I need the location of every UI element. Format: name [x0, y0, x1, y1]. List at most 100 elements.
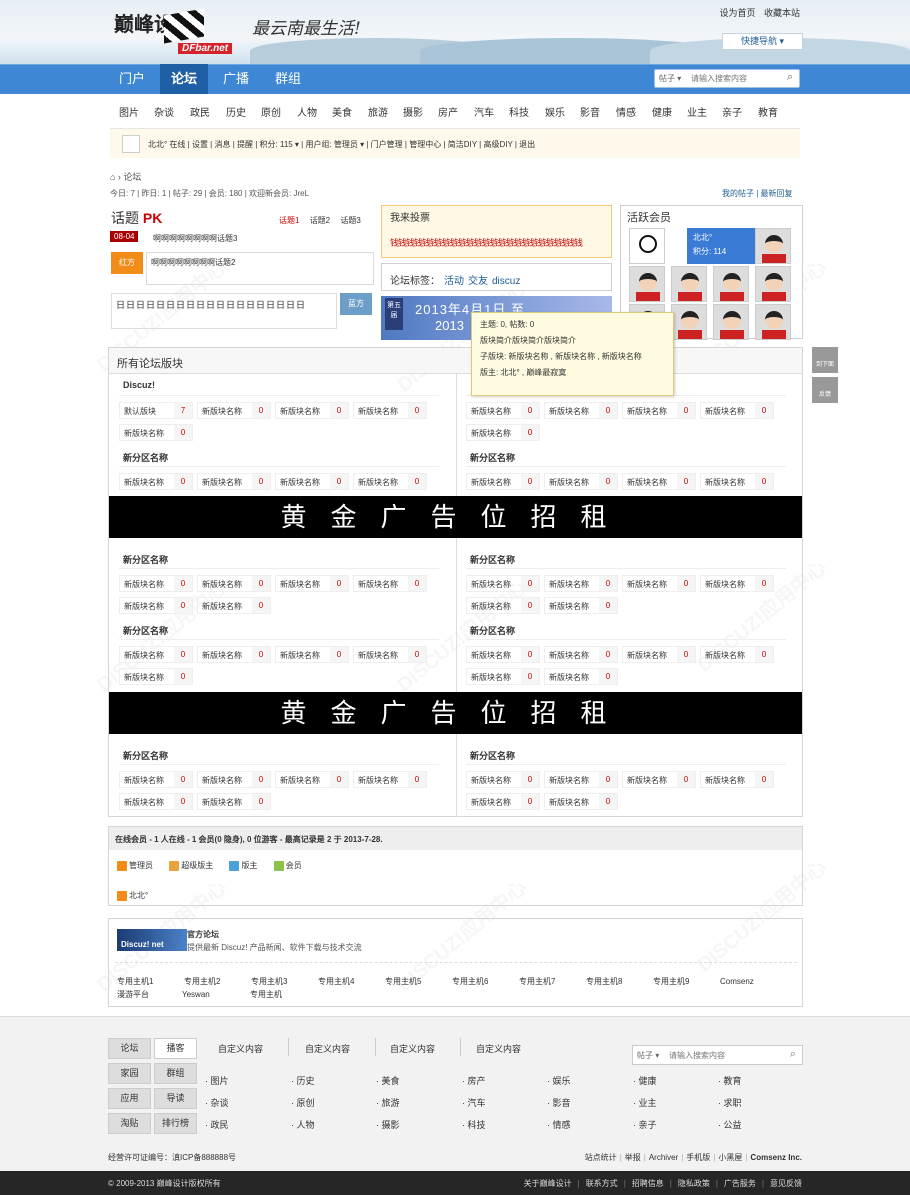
friend-link[interactable]: 专用主机7 — [519, 975, 555, 988]
forum-board-link[interactable]: 新版块名称 0 — [544, 668, 618, 685]
feedback-button[interactable]: 反馈 — [812, 377, 838, 403]
tag-link[interactable]: discuz — [492, 276, 520, 287]
friend-link[interactable]: 专用主机9 — [653, 975, 689, 988]
forum-board-link[interactable]: 新版块名称 0 — [544, 646, 618, 663]
footer-custom-heading[interactable]: 自定义内容 — [476, 1042, 521, 1055]
footer-nav-button[interactable]: 导读 — [154, 1088, 197, 1109]
bottom-bar-link[interactable]: 关于巅峰设计 — [524, 1179, 572, 1188]
footer-category-link[interactable]: · 美食 — [376, 1074, 400, 1087]
bottom-bar-link[interactable]: 招聘信息 — [632, 1179, 664, 1188]
forum-board-link[interactable]: 新版块名称 0 — [622, 473, 696, 490]
friend-link[interactable]: Yeswan — [182, 988, 210, 1001]
friend-link[interactable]: 专用主机1 — [117, 975, 153, 988]
search-type-select[interactable]: 帖子 ▾ — [659, 73, 681, 84]
member-avatar[interactable] — [755, 266, 791, 302]
footer-nav-button[interactable]: 论坛 — [108, 1038, 151, 1059]
forum-board-link[interactable]: 新版块名称 0 — [119, 646, 193, 663]
footer-category-link[interactable]: · 教育 — [718, 1074, 742, 1087]
pk-tab[interactable]: 话题2 — [310, 216, 330, 225]
footer-category-link[interactable]: · 政民 — [205, 1118, 229, 1131]
subnav-item[interactable]: 杂谈 — [154, 104, 174, 119]
blue-side-label[interactable]: 蓝方 — [340, 293, 372, 315]
site-logo[interactable]: 巅峰设计 DFbar.net — [112, 6, 247, 56]
forum-board-link[interactable]: 新版块名称 0 — [119, 771, 193, 788]
bottom-bar-link[interactable]: 隐私政策 — [678, 1179, 710, 1188]
search-input[interactable] — [691, 72, 783, 85]
forum-board-link[interactable]: 新版块名称 0 — [700, 473, 774, 490]
footer-nav-button[interactable]: 排行榜 — [154, 1113, 197, 1134]
footer-nav-button[interactable]: 淘贴 — [108, 1113, 151, 1134]
category-name[interactable]: 新分区名称 — [123, 624, 168, 637]
ad-banner[interactable]: 黄金广告位招租 — [109, 496, 802, 538]
forum-board-link[interactable]: 新版块名称 0 — [622, 771, 696, 788]
quick-nav-button[interactable]: 快捷导航 ▾ — [722, 33, 803, 50]
forum-board-link[interactable]: 新版块名称 0 — [466, 473, 540, 490]
forum-board-link[interactable]: 新版块名称 0 — [466, 424, 540, 441]
forum-board-link[interactable]: 新版块名称 0 — [275, 771, 349, 788]
friend-link[interactable]: 专用主机8 — [586, 975, 622, 988]
forum-board-link[interactable]: 新版块名称 0 — [622, 402, 696, 419]
forum-board-link[interactable]: 新版块名称 0 — [197, 402, 271, 419]
forum-board-link[interactable]: 新版块名称 0 — [197, 771, 271, 788]
forum-board-link[interactable]: 新版块名称 0 — [544, 793, 618, 810]
forum-board-link[interactable]: 新版块名称 0 — [544, 771, 618, 788]
forum-board-link[interactable]: 新版块名称 0 — [275, 402, 349, 419]
member-avatar[interactable] — [755, 228, 791, 264]
member-avatar[interactable] — [629, 228, 665, 264]
forum-board-link[interactable]: 新版块名称 0 — [119, 793, 193, 810]
footer-utility-link[interactable]: 小黑屋 — [718, 1153, 742, 1162]
online-header[interactable]: 在线会员 - 1 人在线 - 1 会员(0 隐身), 0 位游客 - 最高记录是… — [109, 827, 802, 850]
forum-board-link[interactable]: 新版块名称 0 — [119, 668, 193, 685]
forum-board-link[interactable]: 新版块名称 0 — [197, 597, 271, 614]
friend-link[interactable]: 专用主机4 — [318, 975, 354, 988]
nav-portal[interactable]: 门户 — [110, 64, 154, 94]
footer-category-link[interactable]: · 原创 — [291, 1096, 315, 1109]
discuz-logo[interactable]: Discuz! net — [117, 929, 187, 951]
online-user[interactable]: 北北° — [117, 890, 148, 901]
forum-board-link[interactable]: 新版块名称 0 — [700, 575, 774, 592]
footer-category-link[interactable]: · 影音 — [547, 1096, 571, 1109]
subnav-item[interactable]: 旅游 — [368, 104, 388, 119]
subnav-item[interactable]: 亲子 — [722, 104, 742, 119]
forum-board-link[interactable]: 新版块名称 0 — [119, 575, 193, 592]
pk-topic[interactable]: 啊啊啊啊啊啊啊啊话题3 — [153, 233, 237, 244]
footer-utility-link[interactable]: Archiver — [649, 1153, 678, 1162]
forum-board-link[interactable]: 新版块名称 0 — [197, 646, 271, 663]
footer-category-link[interactable]: · 旅游 — [376, 1096, 400, 1109]
footer-utility-link[interactable]: 举报 — [625, 1153, 641, 1162]
subnav-item[interactable]: 政民 — [190, 104, 210, 119]
footer-nav-button[interactable]: 家园 — [108, 1063, 151, 1084]
forum-board-link[interactable]: 新版块名称 0 — [119, 473, 193, 490]
subnav-item[interactable]: 房产 — [438, 104, 458, 119]
subnav-item[interactable]: 情感 — [616, 104, 636, 119]
footer-category-link[interactable]: · 人物 — [291, 1118, 315, 1131]
forum-board-link[interactable]: 新版块名称 0 — [544, 597, 618, 614]
footer-nav-button[interactable]: 群组 — [154, 1063, 197, 1084]
footer-search-type[interactable]: 帖子 ▾ — [637, 1050, 659, 1061]
pk-tab[interactable]: 话题1 — [279, 216, 299, 225]
forum-board-link[interactable]: 新版块名称 0 — [197, 793, 271, 810]
footer-category-link[interactable]: · 汽车 — [462, 1096, 486, 1109]
my-posts-links[interactable]: 我的帖子 | 最新回复 — [722, 188, 793, 199]
forum-board-link[interactable]: 新版块名称 0 — [544, 402, 618, 419]
subnav-item[interactable]: 美食 — [332, 104, 352, 119]
friend-link[interactable]: 漫游平台 — [117, 988, 149, 1001]
forum-board-link[interactable]: 新版块名称 0 — [466, 793, 540, 810]
subnav-item[interactable]: 图片 — [119, 104, 139, 119]
footer-category-link[interactable]: · 娱乐 — [547, 1074, 571, 1087]
footer-category-link[interactable]: · 房产 — [462, 1074, 486, 1087]
footer-custom-heading[interactable]: 自定义内容 — [390, 1042, 435, 1055]
pk-tab[interactable]: 话题3 — [340, 216, 360, 225]
user-avatar[interactable] — [122, 135, 140, 153]
member-avatar[interactable] — [671, 304, 707, 340]
friend-link[interactable]: 专用主机6 — [452, 975, 488, 988]
subnav-item[interactable]: 影音 — [580, 104, 600, 119]
forum-board-link[interactable]: 新版块名称 0 — [353, 402, 427, 419]
footer-category-link[interactable]: · 业主 — [633, 1096, 657, 1109]
subnav-item[interactable]: 人物 — [297, 104, 317, 119]
nav-groups[interactable]: 群组 — [266, 64, 310, 94]
forum-board-link[interactable]: 新版块名称 0 — [466, 668, 540, 685]
footer-category-link[interactable]: · 科技 — [462, 1118, 486, 1131]
vote-content[interactable]: 钱钱钱钱钱钱钱钱钱钱钱钱钱钱钱钱钱钱钱钱钱钱钱钱 — [390, 236, 583, 249]
category-name[interactable]: 新分区名称 — [123, 749, 168, 762]
